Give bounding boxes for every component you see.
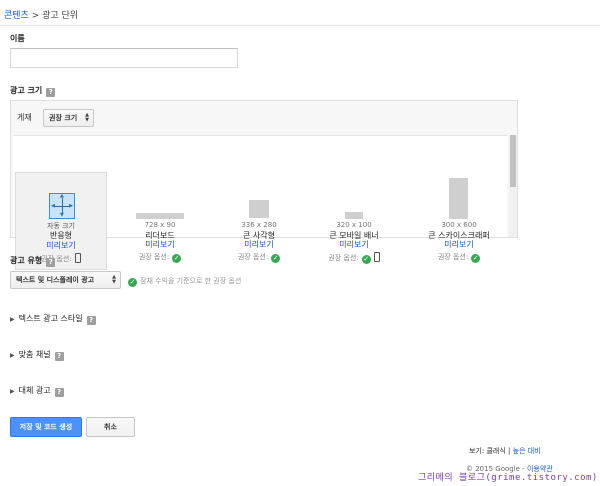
preview-link[interactable]: 미리보기	[213, 239, 305, 250]
expand-arrow-icon: ▶	[10, 316, 15, 323]
section-custom-channel[interactable]: ▶ 맞춤 채널?	[10, 349, 64, 361]
check-icon: ✓	[471, 254, 481, 263]
breadcrumb-current: 광고 단위	[42, 11, 79, 21]
view-high-contrast-link[interactable]: 높은 대비	[513, 447, 541, 455]
ad-size-option-large-skyscraper[interactable]: 300 x 600 큰 스카이스크래퍼 미리보기 권장 옵션: ✓	[413, 172, 505, 270]
phone-icon	[74, 253, 81, 263]
blog-watermark: 그리메의 블로그(grime.tistory.com)	[418, 473, 598, 483]
ad-type-select[interactable]: 텍스트 및 디스플레이 광고 ▲ ▼	[10, 271, 121, 289]
name-label: 이름	[10, 34, 25, 43]
section-backup-ads[interactable]: ▶ 대체 광고?	[10, 385, 64, 397]
leaderboard-shape	[136, 213, 184, 219]
breadcrumb-content-link[interactable]: 콘텐츠	[4, 11, 29, 21]
ad-size-panel: 게재 권장 크기 ▲ ▼ ◀ ▶ ▲ ▼ 자동 크기 반응형 미리보기 권장 옵션…	[10, 100, 518, 270]
view-label: 보기:	[469, 447, 485, 455]
section-text-ad-style[interactable]: ▶ 텍스트 광고 스타일?	[10, 313, 96, 325]
preview-link[interactable]: 미리보기	[413, 239, 505, 250]
responsive-resize-icon: ◀ ▶ ▲ ▼	[49, 193, 75, 219]
ad-size-option-large-mobile-banner[interactable]: 320 x 100 큰 모바일 배너 미리보기 권장 옵션: ✓	[308, 172, 400, 270]
breadcrumb-separator: >	[28, 11, 43, 21]
help-icon[interactable]: ?	[54, 352, 64, 361]
preview-link[interactable]: 미리보기	[114, 239, 206, 250]
check-icon: ✓	[172, 254, 182, 263]
expand-arrow-icon: ▶	[10, 388, 15, 395]
recommended-text: 권장 옵션:	[437, 253, 469, 261]
ad-size-option-dimensions: 320 x 100	[336, 221, 372, 229]
ad-size-label: 광고 크기?	[10, 85, 56, 97]
save-and-get-code-button[interactable]: 저장 및 코드 생성	[10, 417, 82, 437]
check-icon: ✓	[271, 254, 281, 263]
ad-size-scrollbar[interactable]	[509, 135, 517, 237]
large-rectangle-shape	[249, 200, 269, 218]
ad-size-option-large-rectangle[interactable]: 336 x 280 큰 사각형 미리보기 권장 옵션: ✓	[213, 172, 305, 270]
name-input[interactable]	[10, 48, 238, 68]
check-icon: ✓	[128, 278, 137, 287]
ad-type-note: ✓ 잠재 수익을 기준으로 한 권장 옵션	[128, 276, 241, 287]
recommended-text: 권장 옵션:	[328, 254, 359, 262]
ad-size-label-text: 광고 크기	[10, 86, 43, 95]
recommended-label: 권장 옵션: ✓	[308, 252, 400, 264]
cancel-button[interactable]: 취소	[86, 417, 135, 437]
recommended-text: 권장 옵션:	[138, 253, 170, 261]
ad-size-strip: ◀ ▶ ▲ ▼ 자동 크기 반응형 미리보기 권장 옵션: 728 x 90 리…	[13, 135, 507, 270]
ad-type-label: 광고 유형?	[10, 255, 56, 267]
section-label: 텍스트 광고 스타일	[18, 314, 83, 323]
recommended-label: 권장 옵션: ✓	[413, 252, 505, 263]
view-classic[interactable]: 클래식	[486, 447, 505, 455]
placement-label: 게재	[17, 113, 32, 122]
phone-icon	[373, 252, 380, 262]
ad-type-select-value: 텍스트 및 디스플레이 광고	[16, 276, 95, 284]
preview-link[interactable]: 미리보기	[308, 239, 400, 250]
view-switch: 보기: 클래식 | 높은 대비	[469, 446, 541, 456]
help-icon[interactable]: ?	[54, 388, 64, 397]
preview-link[interactable]: 미리보기	[16, 240, 106, 251]
section-label: 맞춤 채널	[18, 350, 51, 359]
ad-size-option-dimensions: 336 x 280	[241, 221, 277, 229]
check-icon: ✓	[361, 255, 371, 264]
view-separator: |	[505, 447, 513, 455]
ad-type-label-text: 광고 유형	[10, 256, 43, 265]
ad-size-option-leaderboard[interactable]: 728 x 90 리더보드 미리보기 권장 옵션: ✓	[114, 172, 206, 270]
recommended-text: 권장 옵션:	[237, 253, 269, 261]
select-arrows-icon: ▲ ▼	[85, 112, 89, 123]
breadcrumb: 콘텐츠 > 광고 단위	[4, 8, 78, 21]
ad-size-option-dimensions: 300 x 600	[441, 221, 477, 229]
recommended-label: 권장 옵션: ✓	[114, 252, 206, 263]
recommended-label: 권장 옵션: ✓	[213, 252, 305, 263]
skyscraper-shape	[449, 178, 468, 219]
mobile-banner-shape	[345, 212, 363, 219]
expand-arrow-icon: ▶	[10, 352, 15, 359]
section-label: 대체 광고	[18, 386, 51, 395]
help-icon[interactable]: ?	[86, 316, 96, 325]
top-bar: 콘텐츠 > 광고 단위	[0, 0, 600, 26]
help-icon[interactable]: ?	[46, 88, 56, 97]
placement-select-value: 권장 크기	[49, 114, 78, 122]
scrollbar-thumb[interactable]	[510, 135, 516, 187]
placement-select[interactable]: 권장 크기 ▲ ▼	[43, 109, 94, 127]
select-arrows-icon: ▲ ▼	[112, 274, 116, 285]
help-icon[interactable]: ?	[46, 258, 56, 267]
ad-size-option-dimensions: 728 x 90	[144, 221, 176, 229]
ad-type-note-text: 잠재 수익을 기준으로 한 권장 옵션	[140, 277, 242, 285]
